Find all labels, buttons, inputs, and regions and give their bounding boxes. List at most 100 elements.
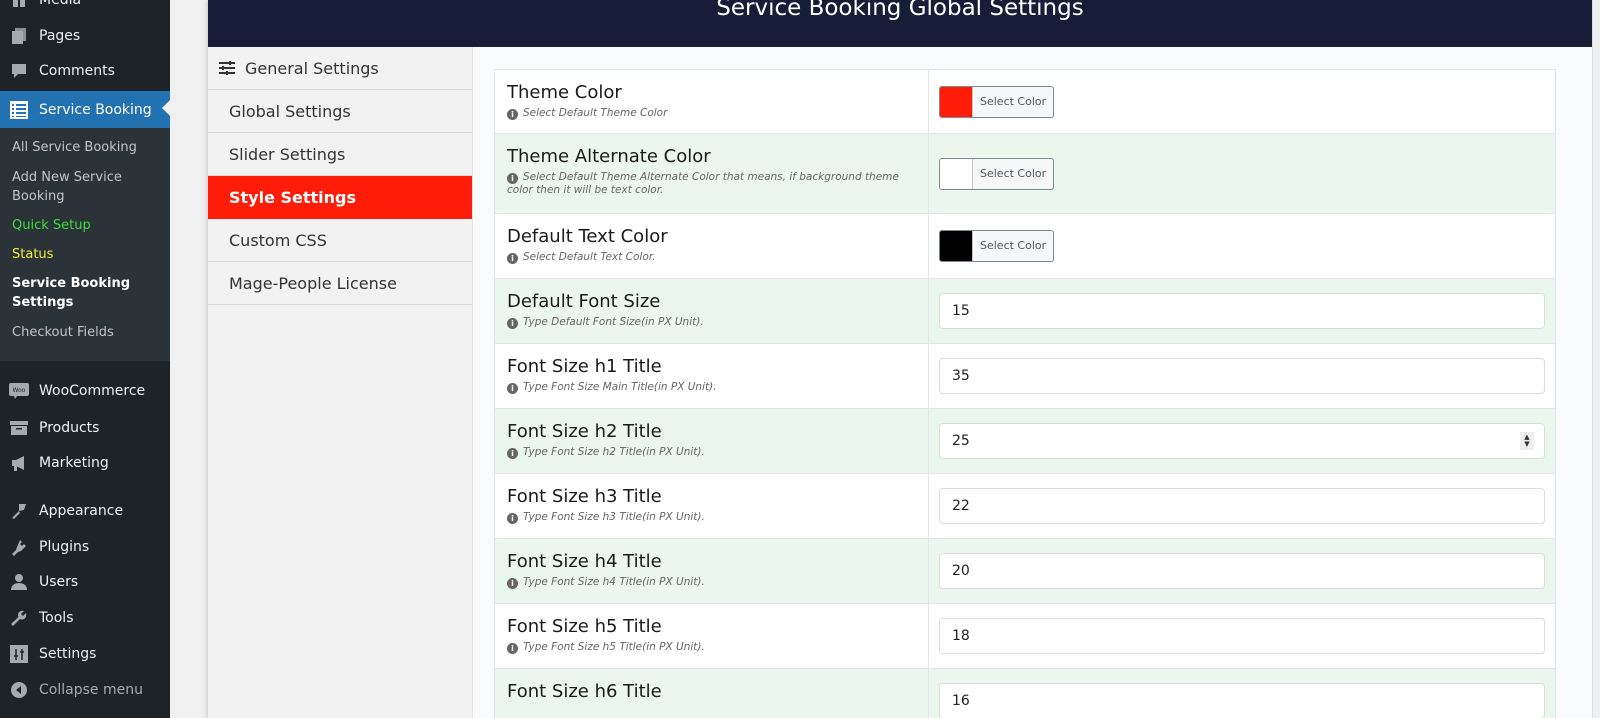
wp-menu-label: Collapse menu <box>39 682 143 698</box>
wp-menu-label: Marketing <box>39 455 109 471</box>
wp-menu-comments[interactable]: Comments <box>0 54 170 88</box>
setting-description: i Type Font Size h5 Title(in PX Unit). <box>507 641 916 654</box>
submenu-status[interactable]: Status <box>12 245 162 264</box>
settings-nav-style-settings[interactable]: Style Settings <box>208 176 472 219</box>
setting-title: Font Size h2 Title <box>507 421 662 442</box>
setting-description: i Type Default Font Size(in PX Unit). <box>507 316 916 329</box>
font-size-h3-input[interactable]: 22 <box>939 488 1545 524</box>
setting-description: i Type Font Size Main Title(in PX Unit). <box>507 381 916 394</box>
settings-nav-mage-people-license[interactable]: Mage-People License <box>208 262 472 305</box>
wp-menu-label: Products <box>39 420 100 436</box>
wp-menu-woocommerce[interactable]: Woo WooCommerce <box>0 374 170 408</box>
info-icon: i <box>507 109 518 120</box>
wp-menu-pages[interactable]: Pages <box>0 19 170 53</box>
wp-collapse-menu[interactable]: Collapse menu <box>0 673 170 707</box>
megaphone-icon <box>9 453 29 473</box>
font-size-h4-input[interactable]: 20 <box>939 553 1545 589</box>
setting-value-cell: 25 ▲ ▼ <box>929 409 1555 473</box>
wp-menu-label: Media <box>39 0 82 8</box>
wp-menu-label: Service Booking <box>39 101 152 118</box>
setting-title: Font Size h4 Title <box>507 551 662 572</box>
submenu-checkout-fields[interactable]: Checkout Fields <box>12 323 162 342</box>
wp-menu-users[interactable]: Users <box>0 565 170 599</box>
font-size-h2-value: 25 <box>952 433 970 449</box>
setting-title: Font Size h5 Title <box>507 616 662 637</box>
color-swatch <box>940 86 973 117</box>
settings-nav-slider-settings[interactable]: Slider Settings <box>208 133 472 176</box>
info-icon: i <box>507 513 518 524</box>
wp-menu-settings[interactable]: Settings <box>0 637 170 671</box>
setting-title: Theme Color <box>507 82 622 103</box>
setting-label-cell: Theme Color i Select Default Theme Color <box>495 70 929 133</box>
page-scrollbar[interactable] <box>1592 0 1600 718</box>
default-font-size-input[interactable]: 15 <box>939 293 1545 329</box>
theme-alternate-color-picker-button[interactable]: Select Color <box>939 157 1055 190</box>
setting-title: Theme Alternate Color <box>507 146 711 167</box>
wp-menu-service-booking[interactable]: Service Booking <box>0 91 170 128</box>
select-color-label: Select Color <box>980 94 1047 108</box>
wp-menu-label: WooCommerce <box>39 383 146 399</box>
submenu-quick-setup[interactable]: Quick Setup <box>12 216 162 235</box>
setting-value-cell: 16 <box>929 669 1555 718</box>
panel-header: Service Booking Global Settings <box>208 0 1592 47</box>
number-spinner[interactable]: ▲ ▼ <box>1520 432 1534 450</box>
select-color-label: Select Color <box>980 166 1047 180</box>
pages-icon <box>9 26 29 46</box>
font-size-h6-input[interactable]: 16 <box>939 683 1545 718</box>
submenu-service-booking-settings[interactable]: Service Booking Settings <box>12 274 132 312</box>
plug-icon <box>9 537 29 557</box>
wp-menu-label: Appearance <box>39 503 124 519</box>
wp-menu-media[interactable]: Media <box>0 0 170 17</box>
style-settings-content: Theme Color i Select Default Theme Color … <box>474 47 1592 718</box>
wp-menu-marketing[interactable]: Marketing <box>0 446 170 480</box>
default-text-color-picker-button[interactable]: Select Color <box>939 230 1055 262</box>
setting-description-text: Select Default Theme Color <box>523 107 668 119</box>
setting-description: i Type Font Size h2 Title(in PX Unit). <box>507 446 916 459</box>
setting-label-cell: Font Size h6 Title <box>495 669 929 718</box>
wp-menu-products[interactable]: Products <box>0 411 170 445</box>
wp-menu-appearance[interactable]: Appearance <box>0 494 170 528</box>
info-icon: i <box>507 643 518 654</box>
setting-description-text: Type Font Size h3 Title(in PX Unit). <box>523 511 705 523</box>
info-icon: i <box>507 578 518 589</box>
wp-menu-label: Tools <box>39 610 74 626</box>
setting-title: Font Size h1 Title <box>507 356 662 377</box>
font-size-h2-input[interactable]: 25 ▲ ▼ <box>939 423 1545 459</box>
wp-menu-label: Users <box>39 574 79 590</box>
settings-nav-heading: General Settings <box>208 47 472 90</box>
page-title: Service Booking Global Settings <box>716 0 1084 21</box>
submenu-all-service-booking[interactable]: All Service Booking <box>12 138 162 157</box>
info-icon: i <box>507 253 518 264</box>
theme-color-picker-button[interactable]: Select Color <box>939 85 1055 118</box>
setting-label-cell: Default Text Color i Select Default Text … <box>495 214 929 278</box>
font-size-h1-input[interactable]: 35 <box>939 358 1545 394</box>
setting-title: Default Text Color <box>507 226 668 247</box>
setting-title: Default Font Size <box>507 291 661 312</box>
collapse-icon <box>9 680 29 700</box>
info-icon: i <box>507 173 518 184</box>
setting-row-font-size-h4: Font Size h4 Title i Type Font Size h4 Ti… <box>495 539 1555 604</box>
setting-value-cell: Select Color <box>929 214 1555 278</box>
setting-label-cell: Font Size h5 Title i Type Font Size h5 Ti… <box>495 604 929 668</box>
setting-label-cell: Font Size h2 Title i Type Font Size h2 Ti… <box>495 409 929 473</box>
submenu-add-new-service-booking[interactable]: Add New Service Booking <box>12 168 122 206</box>
info-icon: i <box>507 448 518 459</box>
setting-value-cell: 22 <box>929 474 1555 538</box>
settings-nav-global-settings[interactable]: Global Settings <box>208 90 472 133</box>
paintbrush-icon <box>9 501 29 521</box>
setting-description-text: Select Default Text Color. <box>523 251 656 263</box>
setting-row-font-size-h1: Font Size h1 Title i Type Font Size Main … <box>495 344 1555 409</box>
wp-menu-plugins[interactable]: Plugins <box>0 530 170 564</box>
settings-nav-custom-css[interactable]: Custom CSS <box>208 219 472 262</box>
style-settings-table: Theme Color i Select Default Theme Color … <box>494 69 1556 718</box>
setting-row-font-size-h5: Font Size h5 Title i Type Font Size h5 Ti… <box>495 604 1555 669</box>
setting-row-default-font-size: Default Font Size i Type Default Font Siz… <box>495 279 1555 344</box>
products-icon <box>9 418 29 438</box>
wp-menu-tools[interactable]: Tools <box>0 601 170 635</box>
setting-title: Font Size h3 Title <box>507 486 662 507</box>
settings-icon <box>9 644 29 664</box>
spinner-down-icon[interactable]: ▼ <box>1524 441 1529 448</box>
user-icon <box>9 572 29 592</box>
font-size-h5-input[interactable]: 18 <box>939 618 1545 654</box>
setting-description-text: Type Default Font Size(in PX Unit). <box>523 316 704 328</box>
